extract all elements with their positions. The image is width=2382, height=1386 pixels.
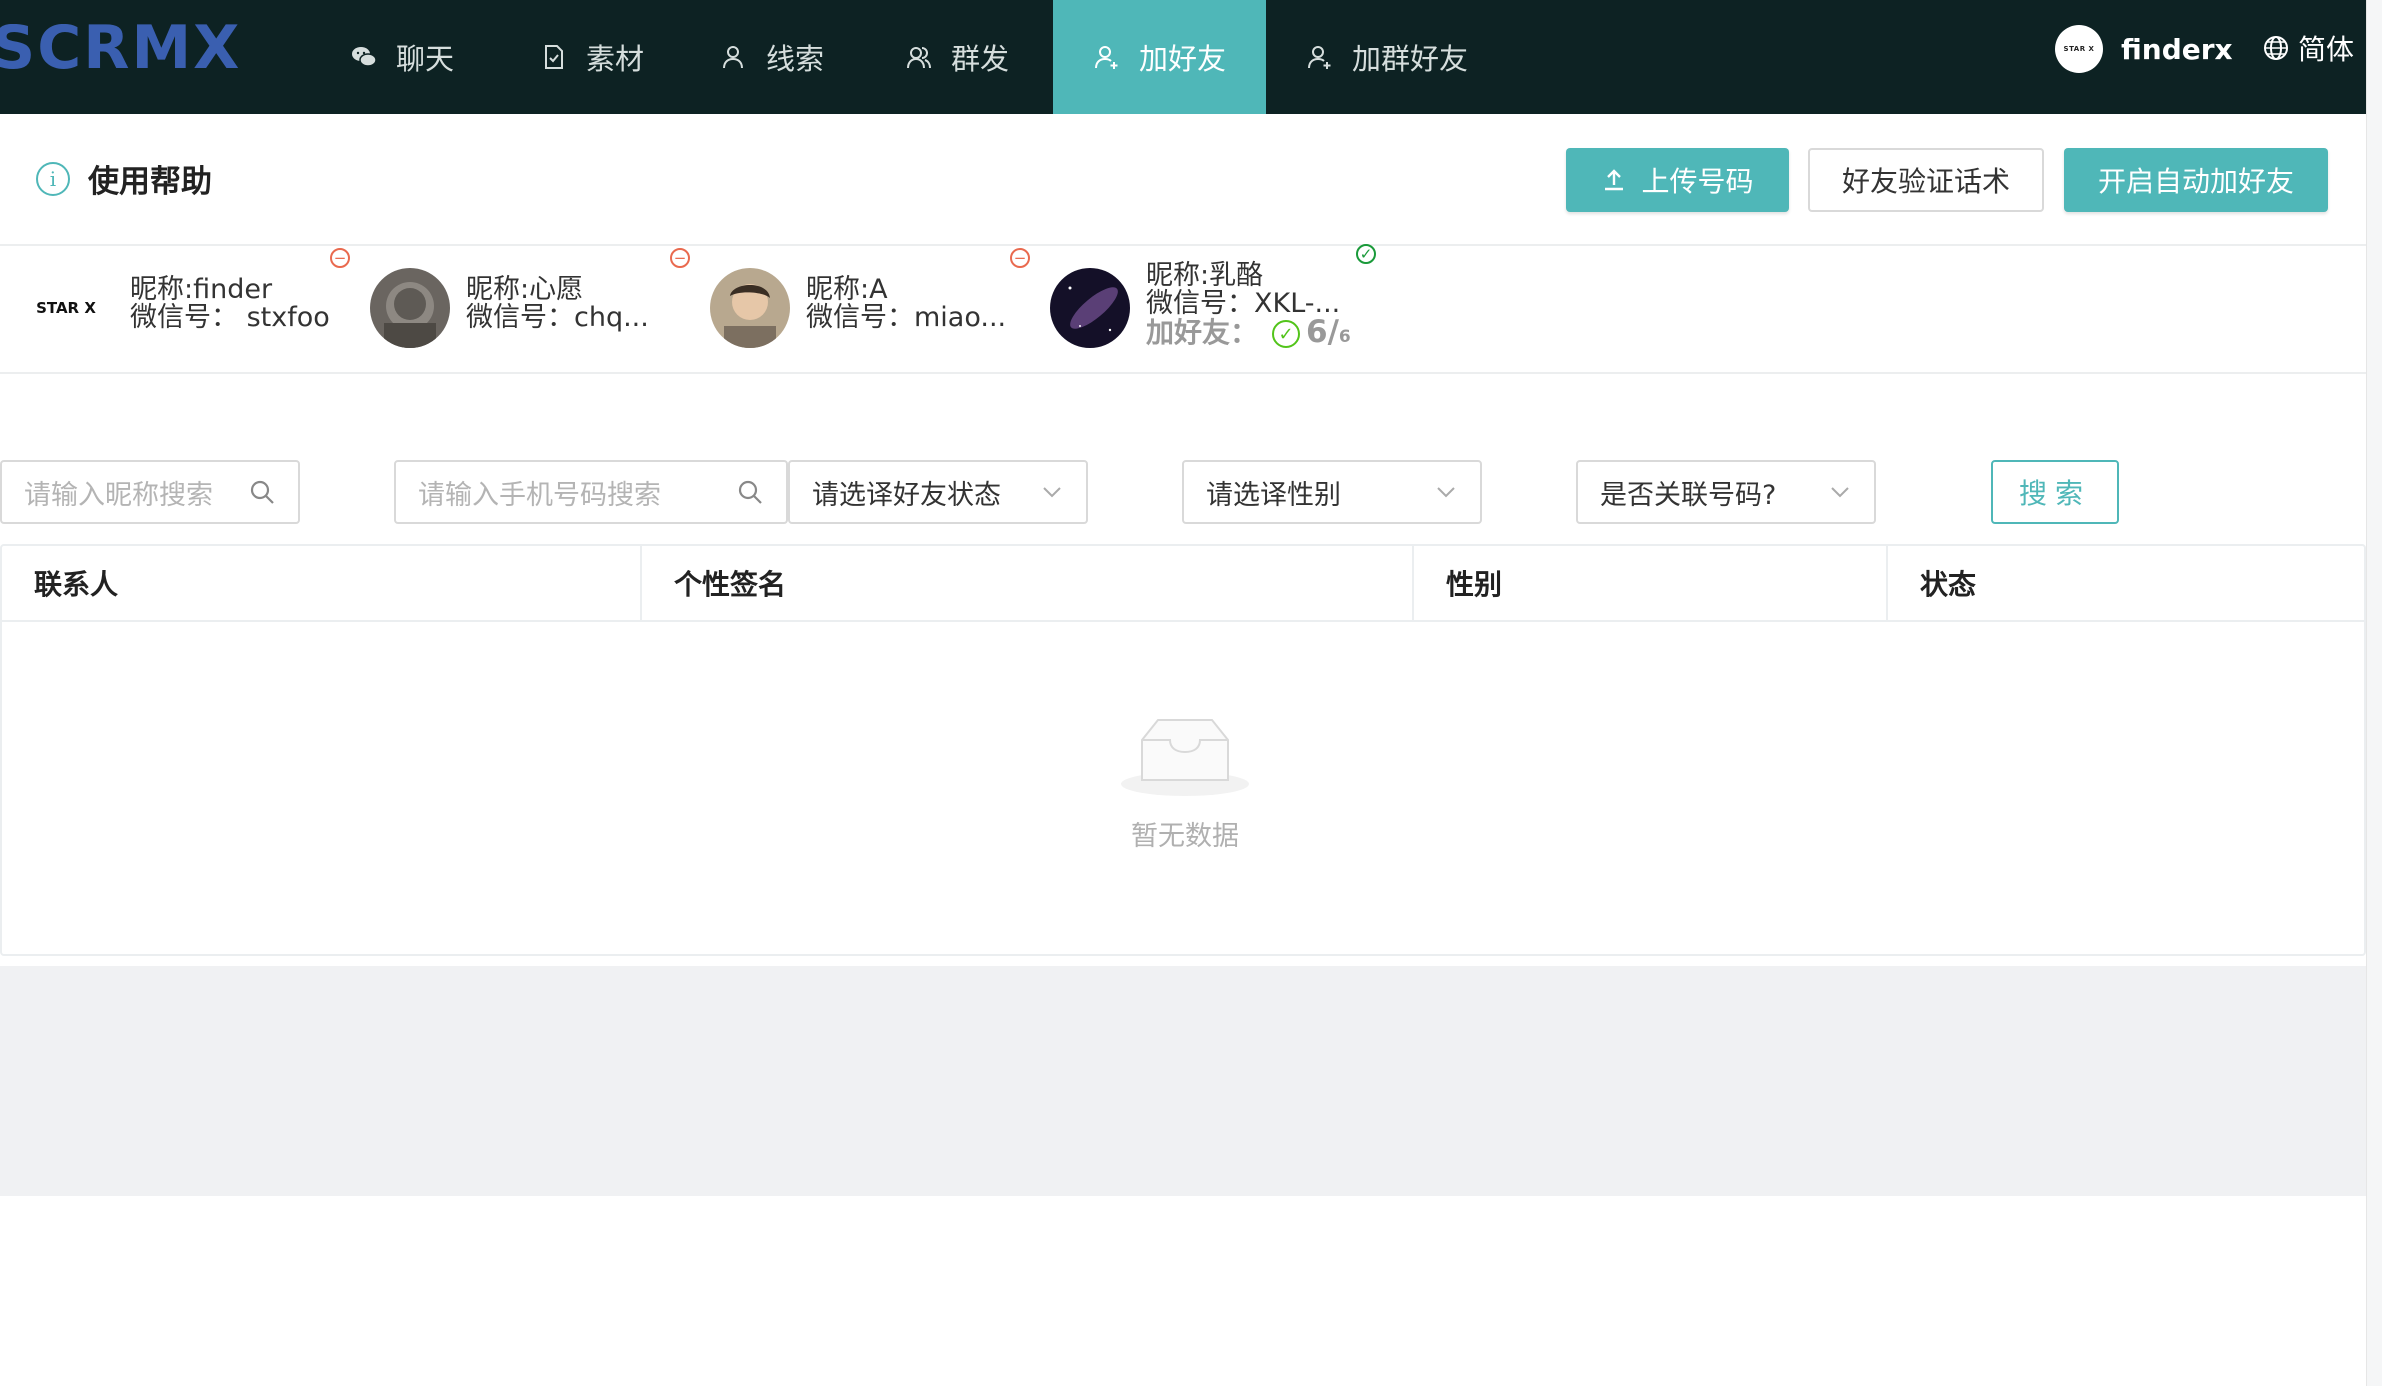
offline-status-icon: − <box>670 248 690 268</box>
avatar-logo: STAR X <box>36 299 96 317</box>
account-card[interactable]: STAR X 昵称:finder 微信号： stxfoo − <box>26 248 356 352</box>
offline-status-icon: − <box>1010 248 1030 268</box>
user-add-icon <box>1306 43 1334 71</box>
avatar <box>370 268 450 348</box>
verify-script-label: 好友验证话术 <box>1841 165 2010 198</box>
language-switch[interactable]: 简体 <box>2262 28 2354 68</box>
add-friend-total: 6 <box>1338 327 1351 347</box>
search-button-label: 搜索 <box>2018 477 2091 510</box>
account-card[interactable]: 昵称:心愿 微信号：chq... − <box>370 248 700 352</box>
document-icon <box>540 43 568 71</box>
avatar: STAR X <box>26 268 106 348</box>
column-header-gender[interactable]: 性别 <box>1412 546 1886 620</box>
user-icon <box>720 43 748 71</box>
app-root: SCRMX 聊天 素材 线索 群发 加好友 加群好友 STAR X finder… <box>0 0 2382 1386</box>
gender-value: 请选译性别 <box>1206 479 1341 511</box>
add-friend-progress: 加好友： ✓ 6/6 <box>1146 314 1351 350</box>
online-status-icon: ✓ <box>1356 244 1376 264</box>
users-icon <box>905 43 933 71</box>
empty-state: 暂无数据 <box>1120 714 1250 853</box>
upload-icon <box>1605 169 1624 191</box>
phone-search-placeholder: 请输入手机号码搜索 <box>418 479 661 511</box>
account-nickname: 昵称:A <box>806 274 888 305</box>
top-navbar: SCRMX 聊天 素材 线索 群发 加好友 加群好友 STAR X finder… <box>0 0 2382 114</box>
linked-number-value: 是否关联号码? <box>1600 479 1777 511</box>
nav-add-group-friend[interactable]: 加群好友 <box>1306 0 1468 114</box>
nav-leads-label: 线索 <box>766 42 825 76</box>
info-icon: i <box>36 161 70 196</box>
help-label: 使用帮助 <box>88 164 212 200</box>
column-header-status[interactable]: 状态 <box>1886 546 2366 620</box>
contacts-table: 联系人 个性签名 性别 状态 暂无数据 <box>0 544 2366 956</box>
nav-chat-label: 聊天 <box>396 42 455 76</box>
account-card[interactable]: 昵称:A 微信号：miao... − <box>710 248 1040 352</box>
nickname-search-input[interactable]: 请输入昵称搜索 <box>0 460 300 524</box>
nav-chat[interactable]: 聊天 <box>350 0 454 114</box>
svg-text:SCRMX: SCRMX <box>0 24 241 72</box>
globe-icon <box>2264 36 2288 60</box>
nav-broadcast[interactable]: 群发 <box>905 0 1009 114</box>
friend-status-value: 请选译好友状态 <box>812 479 1001 511</box>
friend-status-select[interactable]: 请选译好友状态 <box>788 460 1088 524</box>
account-wechat-id: 微信号：miao... <box>806 302 1007 333</box>
account-wechat-id: 微信号：chq... <box>466 302 649 333</box>
avatar <box>710 268 790 348</box>
add-friend-label: 加好友： <box>1146 316 1259 349</box>
empty-inbox-icon <box>1121 719 1249 796</box>
header-divider <box>0 244 2382 246</box>
avatar: STAR X <box>2055 25 2103 73</box>
account-nickname: 昵称:finder <box>130 274 273 305</box>
account-wechat-id: 微信号： stxfoo <box>130 302 330 333</box>
user-add-icon <box>1093 43 1121 71</box>
nav-add-group-friend-label: 加群好友 <box>1352 42 1469 76</box>
phone-search-input[interactable]: 请输入手机号码搜索 <box>394 460 788 524</box>
user-menu[interactable]: STAR X finderx <box>2055 24 2233 74</box>
username: finderx <box>2121 32 2233 66</box>
add-friend-count: 6 <box>1306 314 1328 350</box>
upload-numbers-button[interactable]: 上传号码 <box>1566 148 1789 212</box>
search-button[interactable]: 搜索 <box>1991 460 2119 524</box>
help-link[interactable]: i 使用帮助 <box>36 156 212 201</box>
gender-select[interactable]: 请选译性别 <box>1182 460 1482 524</box>
avatar-logo: STAR X <box>2063 45 2095 53</box>
search-icon <box>738 480 762 504</box>
empty-state-text: 暂无数据 <box>1131 821 1239 852</box>
chevron-down-icon <box>1043 487 1061 498</box>
content-footer-area <box>0 966 2366 1196</box>
auto-add-friend-button[interactable]: 开启自动加好友 <box>2064 148 2328 212</box>
nav-broadcast-label: 群发 <box>951 42 1010 76</box>
nickname-search-placeholder: 请输入昵称搜索 <box>24 479 213 511</box>
offline-status-icon: − <box>330 248 350 268</box>
check-circle-icon: ✓ <box>1272 320 1301 348</box>
nav-leads[interactable]: 线索 <box>720 0 824 114</box>
chevron-down-icon <box>1437 487 1455 498</box>
avatar <box>1050 268 1130 348</box>
brand-logo[interactable]: SCRMX <box>0 24 290 72</box>
chevron-down-icon <box>1831 487 1849 498</box>
table-header: 联系人 个性签名 性别 状态 <box>2 546 2364 622</box>
account-card[interactable]: 昵称:乳酪 微信号：XKL-... 加好友： ✓ 6/6 ✓ <box>1050 244 1380 352</box>
verify-script-button[interactable]: 好友验证话术 <box>1808 148 2044 212</box>
column-header-contact[interactable]: 联系人 <box>2 546 640 620</box>
nav-material[interactable]: 素材 <box>540 0 644 114</box>
account-nickname: 昵称:乳酪 <box>1146 260 1264 291</box>
auto-add-label: 开启自动加好友 <box>2097 165 2294 198</box>
wechat-icon <box>350 43 378 71</box>
upload-button-label: 上传号码 <box>1641 165 1754 198</box>
nav-material-label: 素材 <box>586 42 645 76</box>
linked-number-select[interactable]: 是否关联号码? <box>1576 460 1876 524</box>
vertical-scrollbar[interactable] <box>2366 0 2382 1386</box>
search-icon <box>250 480 274 504</box>
language-label: 简体 <box>2298 33 2355 66</box>
column-header-signature[interactable]: 个性签名 <box>640 546 1412 620</box>
accounts-divider <box>0 372 2382 374</box>
nav-add-friend-label: 加好友 <box>1138 42 1226 76</box>
account-nickname: 昵称:心愿 <box>466 274 584 305</box>
nav-add-friend[interactable]: 加好友 <box>1053 0 1266 114</box>
